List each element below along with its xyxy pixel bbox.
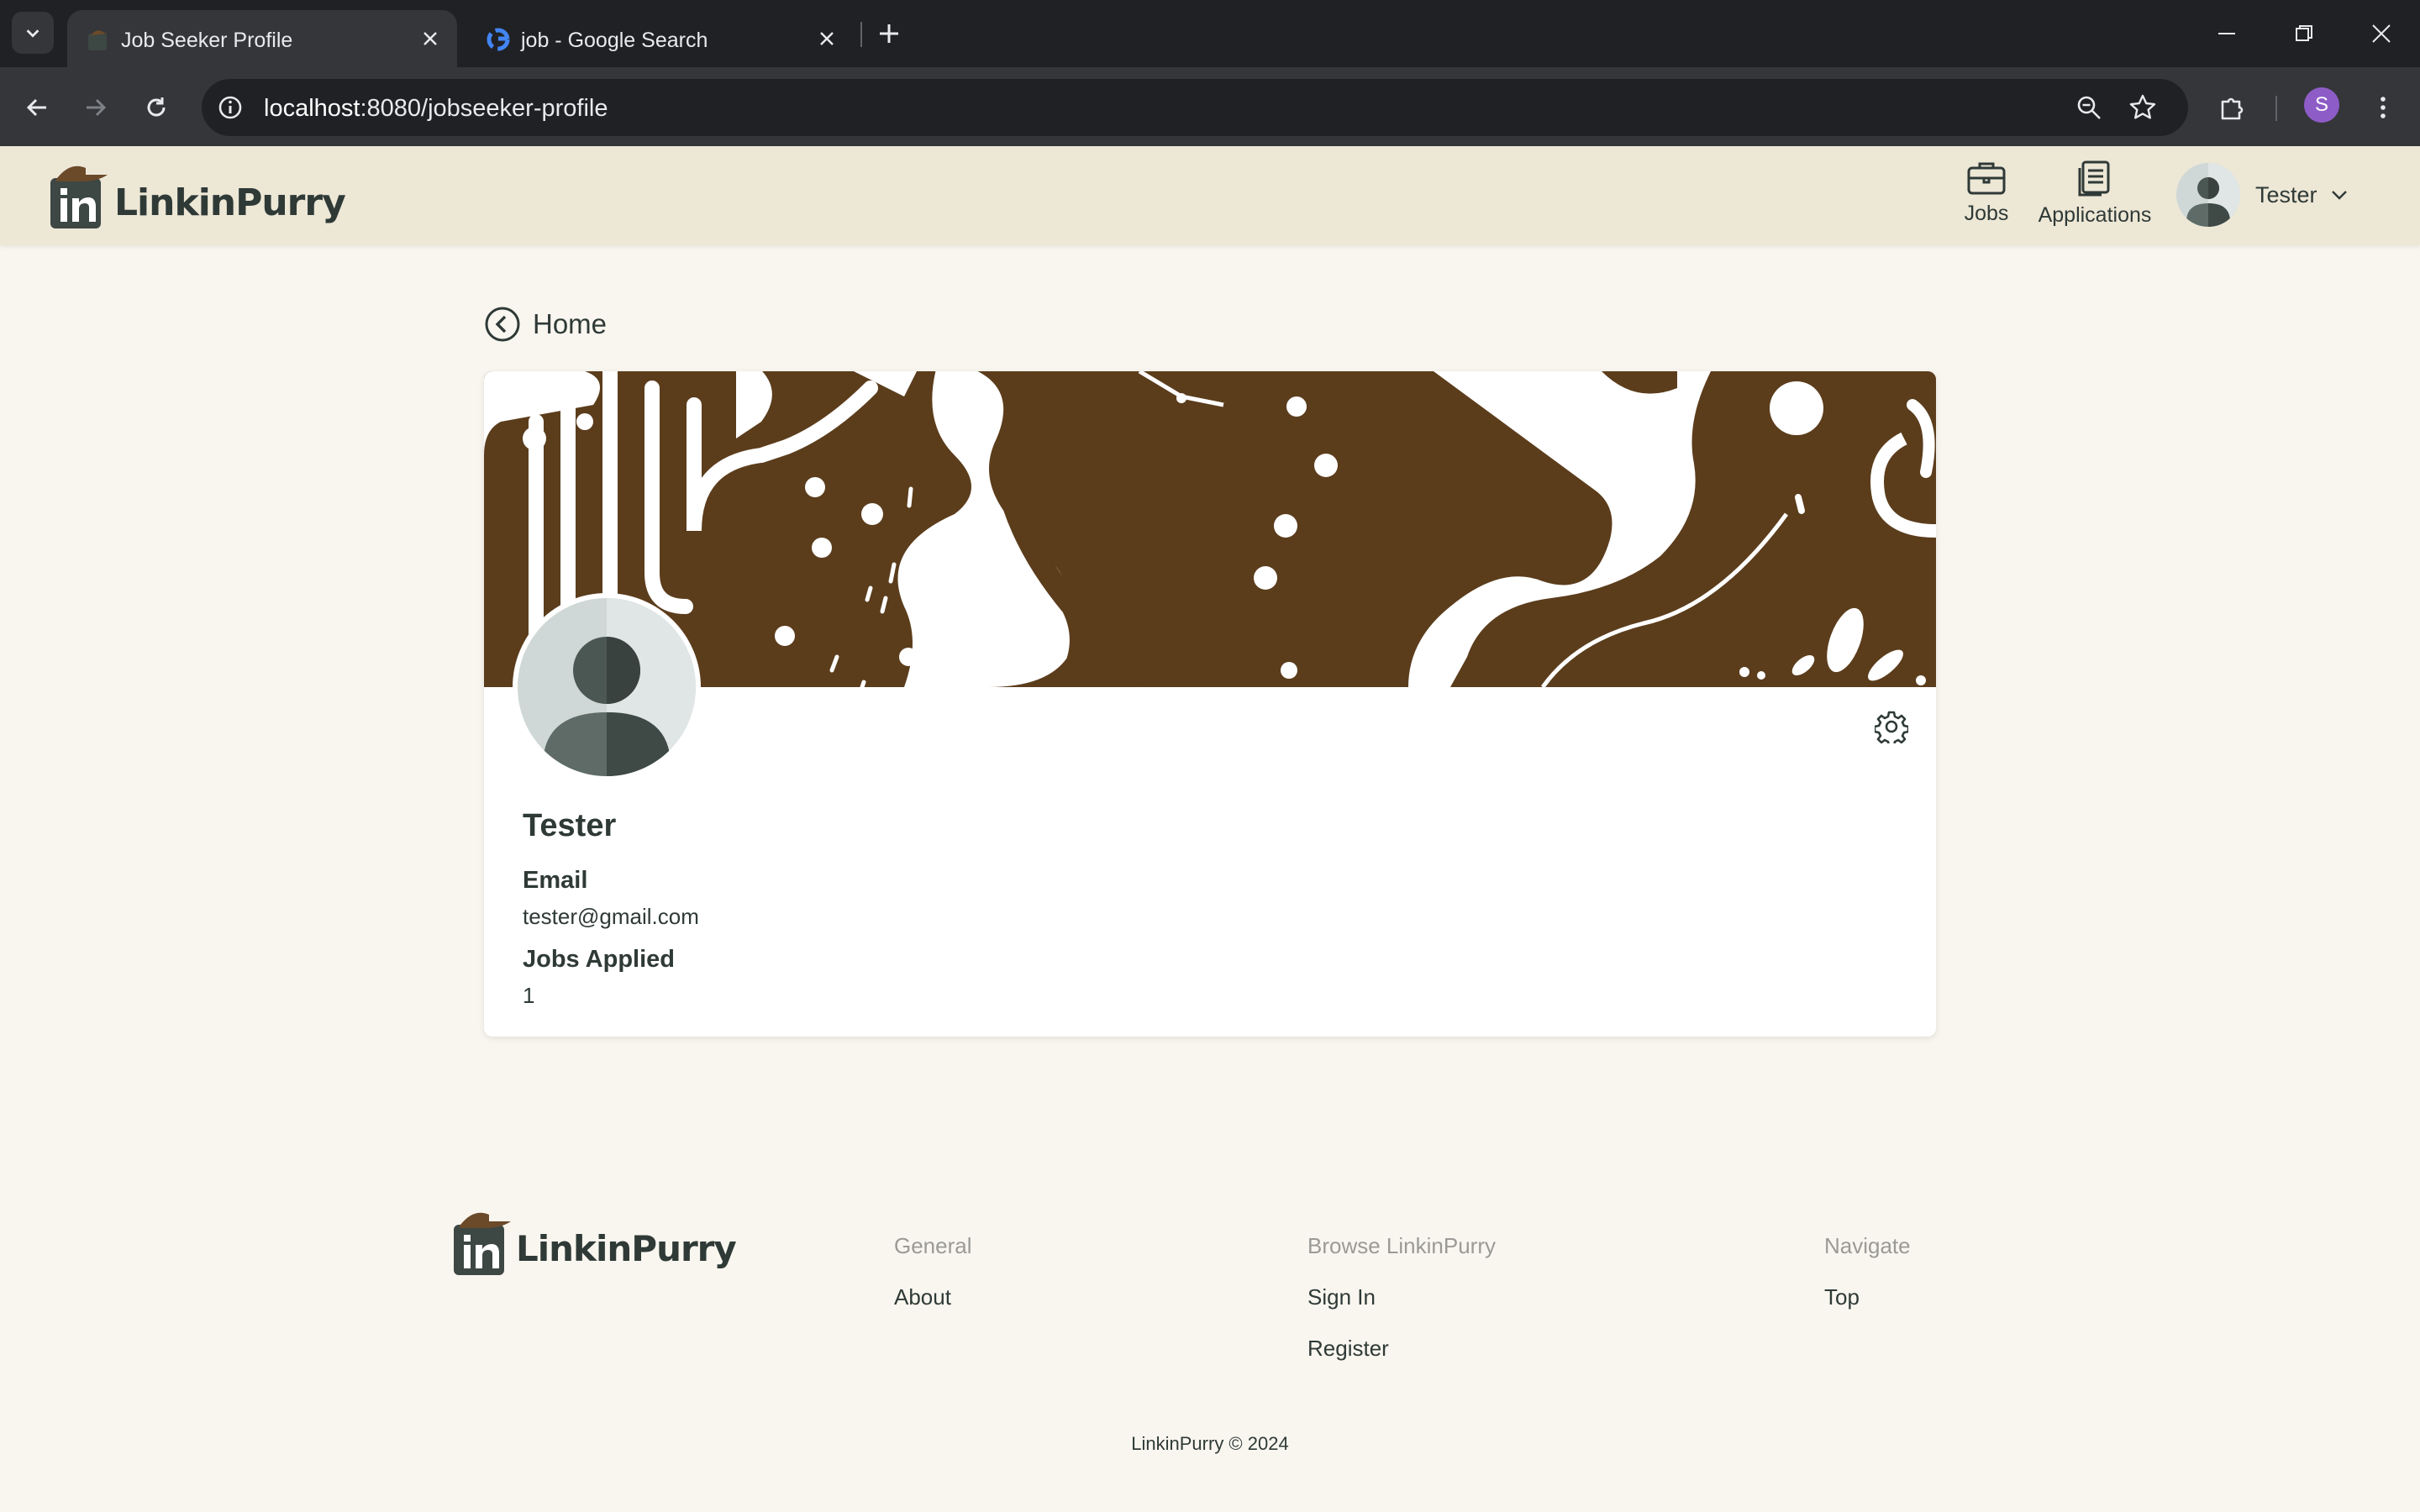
- user-name: Tester: [2255, 181, 2317, 207]
- user-avatar-icon: [518, 598, 696, 776]
- site-info-button[interactable]: [213, 91, 247, 124]
- zoom-out-icon: [2077, 96, 2101, 119]
- bookmark-button[interactable]: [2126, 91, 2160, 124]
- profile-settings-button[interactable]: [1872, 707, 1911, 746]
- footer-link-sign-in[interactable]: Sign In: [1307, 1284, 1496, 1310]
- url-host: localhost: [264, 95, 360, 122]
- arrow-left-icon: [26, 98, 46, 117]
- profile-avatar: [513, 593, 701, 781]
- user-avatar: [2176, 163, 2240, 227]
- extensions-button[interactable]: [2210, 86, 2254, 129]
- gear-icon: [1875, 711, 1908, 743]
- linkinpurry-logo-icon: [50, 165, 108, 228]
- nav-label: Jobs: [1964, 202, 2009, 225]
- footer-brand-logo[interactable]: LinkinPurry: [452, 1210, 737, 1277]
- browser-toolbar: localhost:8080/jobseeker-profile: [0, 67, 2420, 146]
- google-favicon-icon: [487, 28, 510, 51]
- arrow-right-icon: [87, 98, 107, 117]
- profile-card: Tester Email tester@gmail.com Jobs Appli…: [484, 371, 1936, 1037]
- browser-profile-avatar[interactable]: S: [2304, 87, 2339, 123]
- close-window-button[interactable]: [2356, 12, 2407, 55]
- brand-logo[interactable]: LinkinPurry: [49, 163, 346, 230]
- tab-title: job - Google Search: [521, 29, 708, 52]
- browser-tab-active[interactable]: Job Seeker Profile: [67, 10, 457, 67]
- url-path: :8080/jobseeker-profile: [360, 95, 608, 122]
- footer-column-browse: Browse LinkinPurry Sign In Register: [1307, 1233, 1496, 1362]
- restore-button[interactable]: [2279, 12, 2329, 55]
- linkinpurry-logo-icon: [454, 1212, 511, 1275]
- footer-brand-name: LinkinPurry: [516, 1227, 737, 1269]
- footer-column-navigate: Navigate Top: [1824, 1233, 1911, 1310]
- footer-link-register[interactable]: Register: [1307, 1336, 1496, 1362]
- footer-copyright: LinkinPurry © 2024: [1131, 1433, 1289, 1454]
- tab-search-button[interactable]: [12, 12, 54, 54]
- nav-jobs[interactable]: Jobs: [1961, 160, 2012, 235]
- browser-tab[interactable]: job - Google Search: [467, 10, 854, 67]
- email-label: Email: [523, 867, 588, 894]
- linkinpurry-favicon-icon: [88, 30, 108, 50]
- minimize-button[interactable]: [2202, 12, 2252, 55]
- jobs-applied-value: 1: [523, 983, 535, 1008]
- plus-icon: [880, 24, 898, 43]
- documents-icon: [2078, 160, 2110, 197]
- footer-link-about[interactable]: About: [894, 1284, 972, 1310]
- footer-heading: Browse LinkinPurry: [1307, 1233, 1496, 1258]
- more-vertical-icon: [2381, 97, 2386, 118]
- abstract-pattern-banner-icon: [484, 371, 1936, 687]
- reload-icon: [147, 97, 166, 117]
- reload-button[interactable]: [134, 86, 178, 129]
- info-icon: [218, 96, 242, 119]
- nav-applications[interactable]: Applications: [2032, 160, 2158, 235]
- footer-heading: General: [894, 1233, 972, 1258]
- back-home-link[interactable]: Home: [484, 306, 607, 343]
- app-header: LinkinPurry Jobs Applications Tester: [0, 146, 2420, 245]
- url-text: localhost:8080/jobseeker-profile: [264, 95, 608, 123]
- toolbar-separator: [2275, 96, 2277, 121]
- jobs-applied-label: Jobs Applied: [523, 946, 675, 973]
- footer-link-top[interactable]: Top: [1824, 1284, 1911, 1310]
- user-avatar-icon: [2176, 163, 2240, 227]
- forward-button[interactable]: [74, 86, 118, 129]
- browser-menu-button[interactable]: [2361, 86, 2405, 129]
- close-icon: [424, 32, 437, 45]
- brand-name: LinkinPurry: [114, 181, 346, 224]
- briefcase-icon: [1967, 162, 2006, 195]
- footer-column-general: General About: [894, 1233, 972, 1310]
- close-icon: [2372, 24, 2391, 43]
- close-tab-button[interactable]: [813, 25, 840, 52]
- chevron-down-icon: [2331, 191, 2347, 200]
- tab-title: Job Seeker Profile: [121, 29, 293, 52]
- tab-separator: [860, 22, 862, 47]
- chevron-down-icon: [26, 29, 39, 38]
- browser-tabstrip: Job Seeker Profile job - Google Search: [0, 0, 2420, 67]
- back-home-label: Home: [533, 308, 608, 339]
- email-value: tester@gmail.com: [523, 904, 699, 929]
- close-tab-button[interactable]: [417, 25, 444, 52]
- profile-banner: [484, 371, 1936, 687]
- restore-icon: [2296, 25, 2312, 41]
- new-tab-button[interactable]: [872, 17, 906, 50]
- profile-name: Tester: [523, 808, 617, 843]
- minimize-icon: [2218, 33, 2235, 34]
- footer-heading: Navigate: [1824, 1233, 1911, 1258]
- arrow-back-circle-icon: [485, 307, 520, 342]
- puzzle-icon: [2221, 97, 2244, 120]
- star-icon: [2129, 94, 2156, 119]
- back-button[interactable]: [15, 86, 59, 129]
- address-bar[interactable]: localhost:8080/jobseeker-profile: [202, 79, 2188, 136]
- user-menu[interactable]: Tester: [2176, 161, 2349, 228]
- close-icon: [820, 32, 834, 45]
- zoom-button[interactable]: [2072, 91, 2106, 124]
- nav-label: Applications: [2038, 203, 2152, 227]
